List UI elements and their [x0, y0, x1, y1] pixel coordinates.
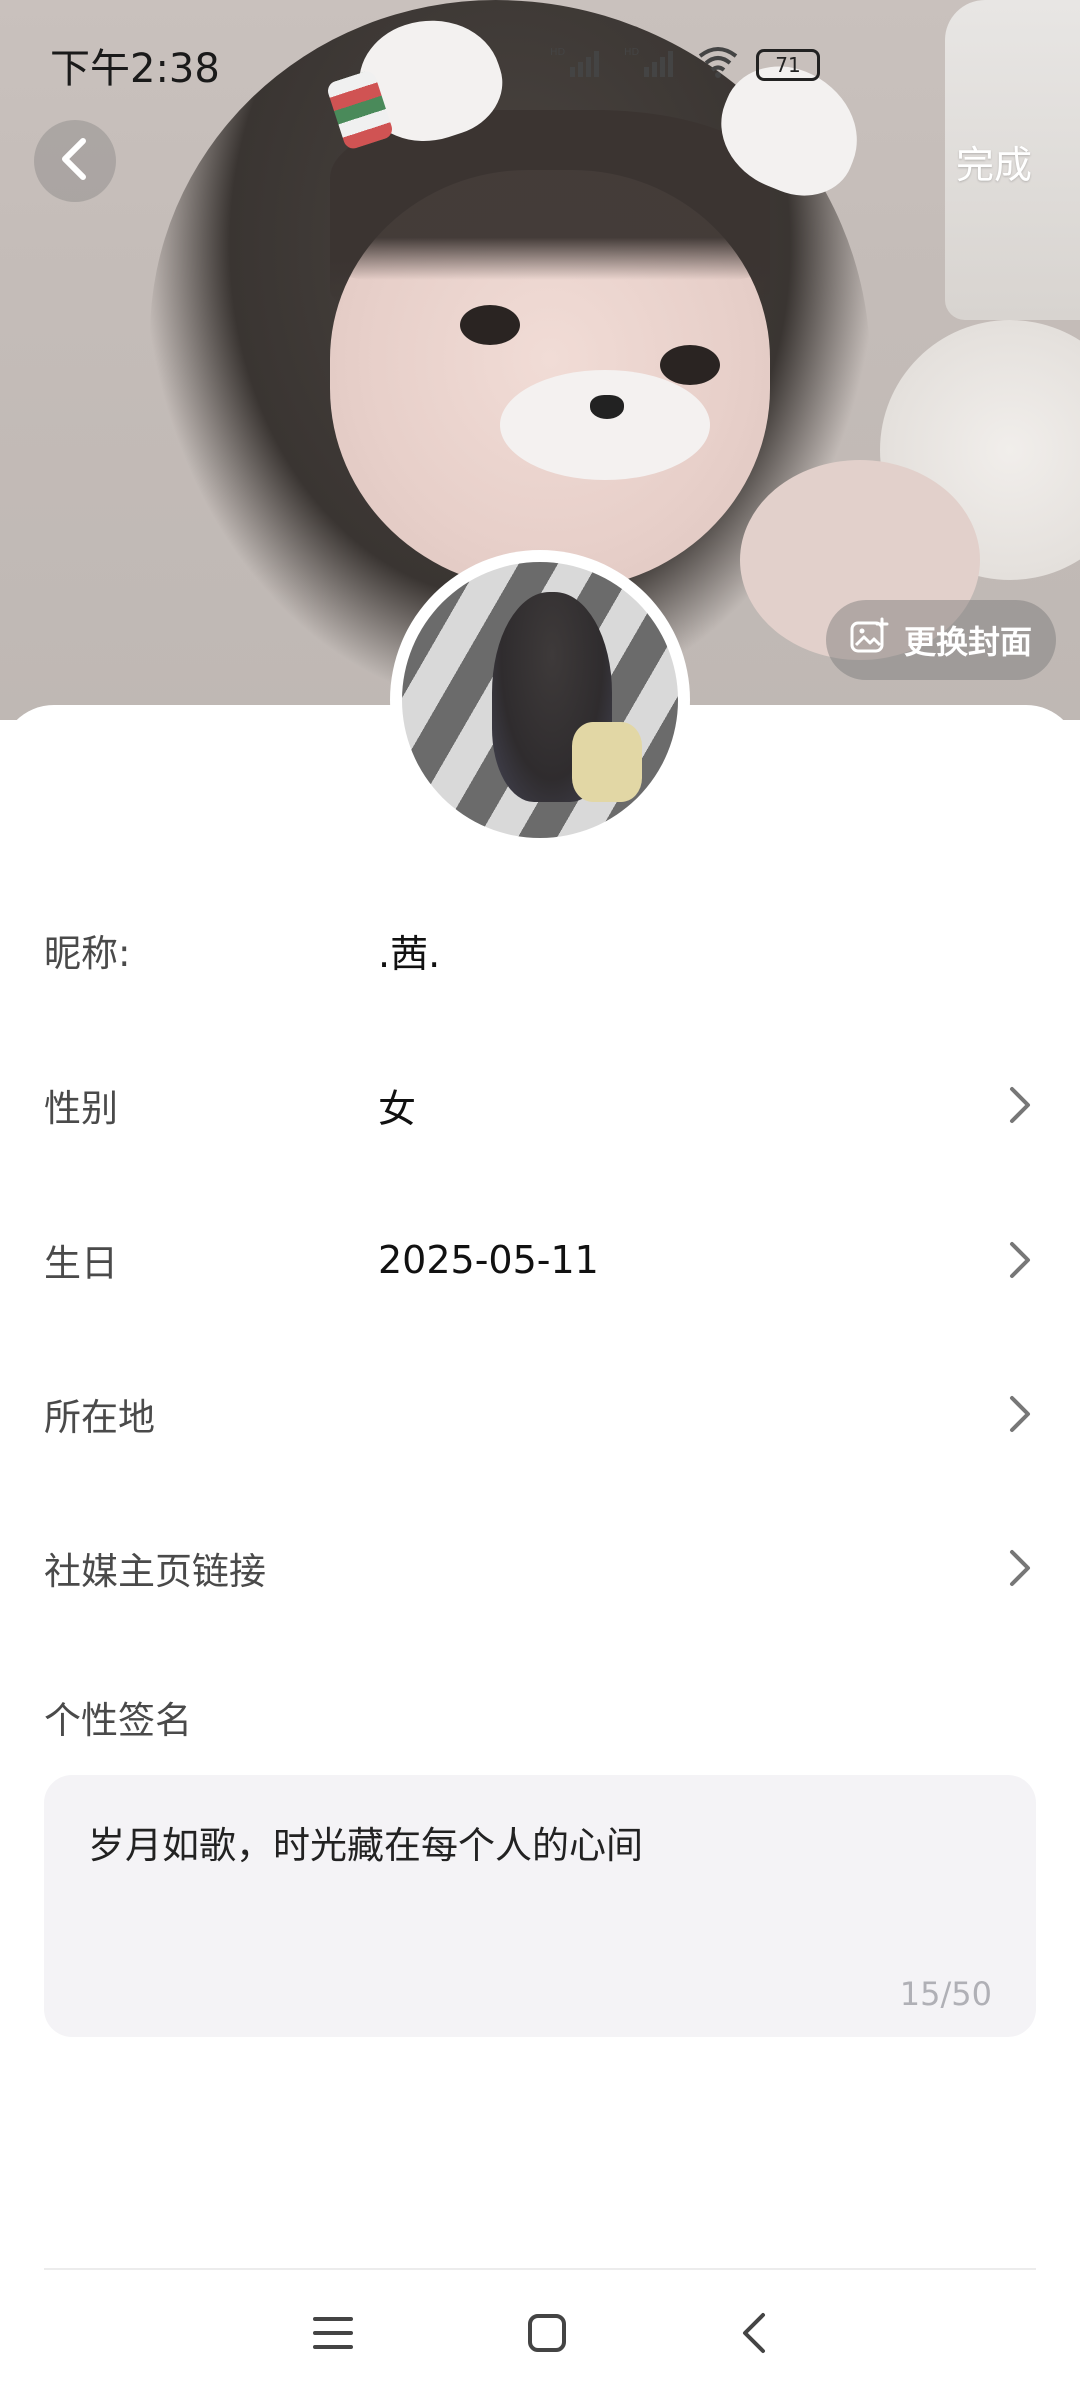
signature-input[interactable]: 岁月如歌，时光藏在每个人的心间 15/50 — [44, 1775, 1036, 2037]
chevron-right-icon — [1000, 1240, 1040, 1280]
gender-row[interactable]: 性别 女 — [44, 1055, 1040, 1155]
status-bar: 下午2:38 HD HD 71 — [50, 40, 1040, 92]
gender-value: 女 — [378, 1086, 417, 1131]
home-square-icon[interactable] — [525, 2311, 569, 2359]
chevron-right-icon — [1000, 1548, 1040, 1588]
change-cover-button[interactable]: 更换封面 — [825, 600, 1056, 680]
birthday-row[interactable]: 生日 2025-05-11 — [44, 1210, 1040, 1310]
cover-cat-nose — [590, 395, 624, 419]
avatar-button[interactable] — [390, 550, 690, 850]
chevron-right-icon — [1000, 1085, 1040, 1125]
nickname-row[interactable]: 昵称: .茜. — [44, 900, 1040, 1000]
signature-char-count: 15/50 — [899, 1975, 992, 2013]
location-label: 所在地 — [44, 1396, 155, 1439]
location-row[interactable]: 所在地 — [44, 1364, 1040, 1464]
birthday-value: 2025-05-11 — [378, 1238, 599, 1282]
signal-hd-label-1: HD — [550, 47, 566, 58]
cover-eye-right — [660, 345, 720, 385]
nickname-value[interactable]: .茜. — [378, 923, 1040, 978]
menu-icon[interactable] — [311, 2313, 355, 2357]
change-cover-label: 更换封面 — [903, 623, 1032, 661]
back-icon[interactable] — [739, 2311, 769, 2359]
battery-icon: 71 — [756, 49, 820, 81]
nickname-label: 昵称: — [44, 932, 131, 975]
signal-icon-2: HD — [624, 45, 680, 86]
status-icons: HD HD 71 — [550, 45, 820, 86]
image-add-icon — [850, 617, 890, 663]
done-button[interactable]: 完成 — [948, 125, 1040, 197]
avatar-backpack — [572, 722, 642, 802]
back-button[interactable] — [34, 120, 116, 202]
signature-text: 岁月如歌，时光藏在每个人的心间 — [88, 1824, 643, 1867]
cover-cat-snout — [500, 370, 710, 480]
social-link-label: 社媒主页链接 — [44, 1550, 266, 1593]
birthday-label: 生日 — [44, 1242, 118, 1285]
chevron-right-icon — [1000, 1394, 1040, 1434]
signature-title: 个性签名 — [44, 1699, 192, 1742]
status-time: 下午2:38 — [50, 46, 220, 92]
edit-profile-screen: 下午2:38 HD HD 71 完成 更换封面 昵称: .茜. 性别 女 生日 … — [0, 0, 1080, 2400]
gender-label: 性别 — [44, 1087, 118, 1130]
wifi-icon — [698, 46, 738, 85]
cover-eye-left — [460, 305, 520, 345]
signal-icon-1: HD — [550, 45, 606, 86]
signal-hd-label-2: HD — [624, 47, 640, 58]
system-nav-bar — [0, 2290, 1080, 2380]
nav-divider — [44, 2268, 1036, 2270]
social-link-row[interactable]: 社媒主页链接 — [44, 1518, 1040, 1618]
avatar — [402, 562, 678, 838]
chevron-left-icon — [55, 137, 95, 185]
